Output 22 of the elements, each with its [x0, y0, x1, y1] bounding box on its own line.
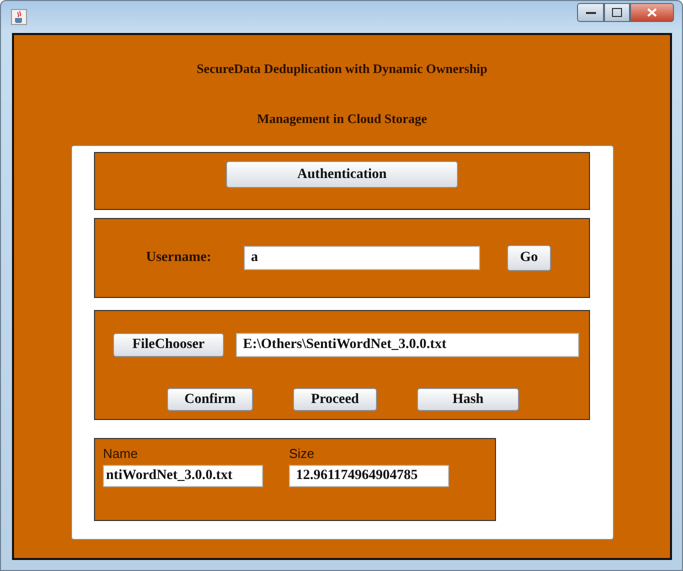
- file-path-field[interactable]: E:\Others\SentiWordNet_3.0.0.txt: [236, 333, 579, 357]
- close-button[interactable]: [630, 3, 674, 22]
- size-label: Size: [289, 446, 316, 461]
- java-cup-icon: [11, 9, 27, 25]
- action-button[interactable]: Proceed: [293, 388, 377, 411]
- maximize-icon: [612, 8, 622, 17]
- minimize-button[interactable]: [577, 3, 604, 22]
- window-title: Management in Cloud Storage: [256, 111, 428, 127]
- file-name-field[interactable]: ntiWordNet_3.0.0.txt: [103, 465, 263, 487]
- minimize-icon: [586, 10, 596, 14]
- close-icon: [647, 8, 657, 17]
- username-label: Username:: [146, 250, 212, 266]
- username-field[interactable]: a: [244, 246, 480, 270]
- file-chooser-button[interactable]: FileChooser: [113, 333, 224, 357]
- maximize-button[interactable]: [604, 3, 630, 22]
- authentication-button[interactable]: Authentication: [226, 161, 458, 188]
- file-size-field[interactable]: 12.961174964904785: [289, 465, 449, 487]
- go-button[interactable]: Go: [507, 245, 551, 271]
- window-title: SecureData Deduplication with Dynamic Ownership: [196, 61, 488, 77]
- action-button[interactable]: Hash: [417, 388, 519, 411]
- name-label: Name: [103, 446, 139, 461]
- action-button[interactable]: Confirm: [167, 388, 253, 411]
